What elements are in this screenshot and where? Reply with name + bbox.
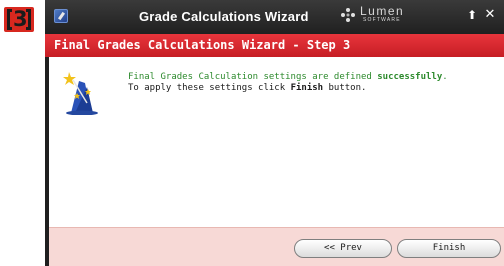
content-area: Final Grades Calculation settings are de… [49,57,504,227]
message-success-word: successfully [377,72,443,82]
window-title: Grade Calculations Wizard [139,9,309,24]
wizard-app-icon [54,9,68,23]
message-line-2: To apply these settings click Finish but… [128,83,448,93]
brand-name: Lumen [360,4,405,18]
message-line-1-text: Final Grades Calculation settings are de… [128,72,378,82]
badge-bracket-left [7,9,12,30]
message-line-1-suffix: . [442,72,448,82]
result-message: Final Grades Calculation settings are de… [128,72,448,93]
step-number-badge: 3 [4,7,34,32]
prev-button[interactable]: << Prev [294,239,392,258]
brand-subtitle: SOFTWARE [363,17,401,23]
lumen-logo-icon [341,8,355,22]
wizard-window: Grade Calculations Wizard Lumen SOFTWARE… [45,0,504,266]
badge-bracket-right [26,9,31,30]
close-icon[interactable]: ✕ [483,8,497,22]
message-line-2-text: To apply these settings click [128,83,291,93]
title-bar[interactable]: Grade Calculations Wizard Lumen SOFTWARE… [45,0,504,34]
message-line-2-suffix: button. [323,83,367,93]
button-bar: << Prev Finish [49,227,504,266]
step-header: Final Grades Calculations Wizard - Step … [45,34,504,57]
message-finish-word: Finish [290,83,324,93]
step-title: Final Grades Calculations Wizard - Step … [54,38,351,52]
message-line-1: Final Grades Calculation settings are de… [128,72,448,82]
wizard-hat-icon [63,72,98,115]
maximize-icon[interactable]: ⬆ [465,8,479,22]
finish-button[interactable]: Finish [397,239,501,258]
